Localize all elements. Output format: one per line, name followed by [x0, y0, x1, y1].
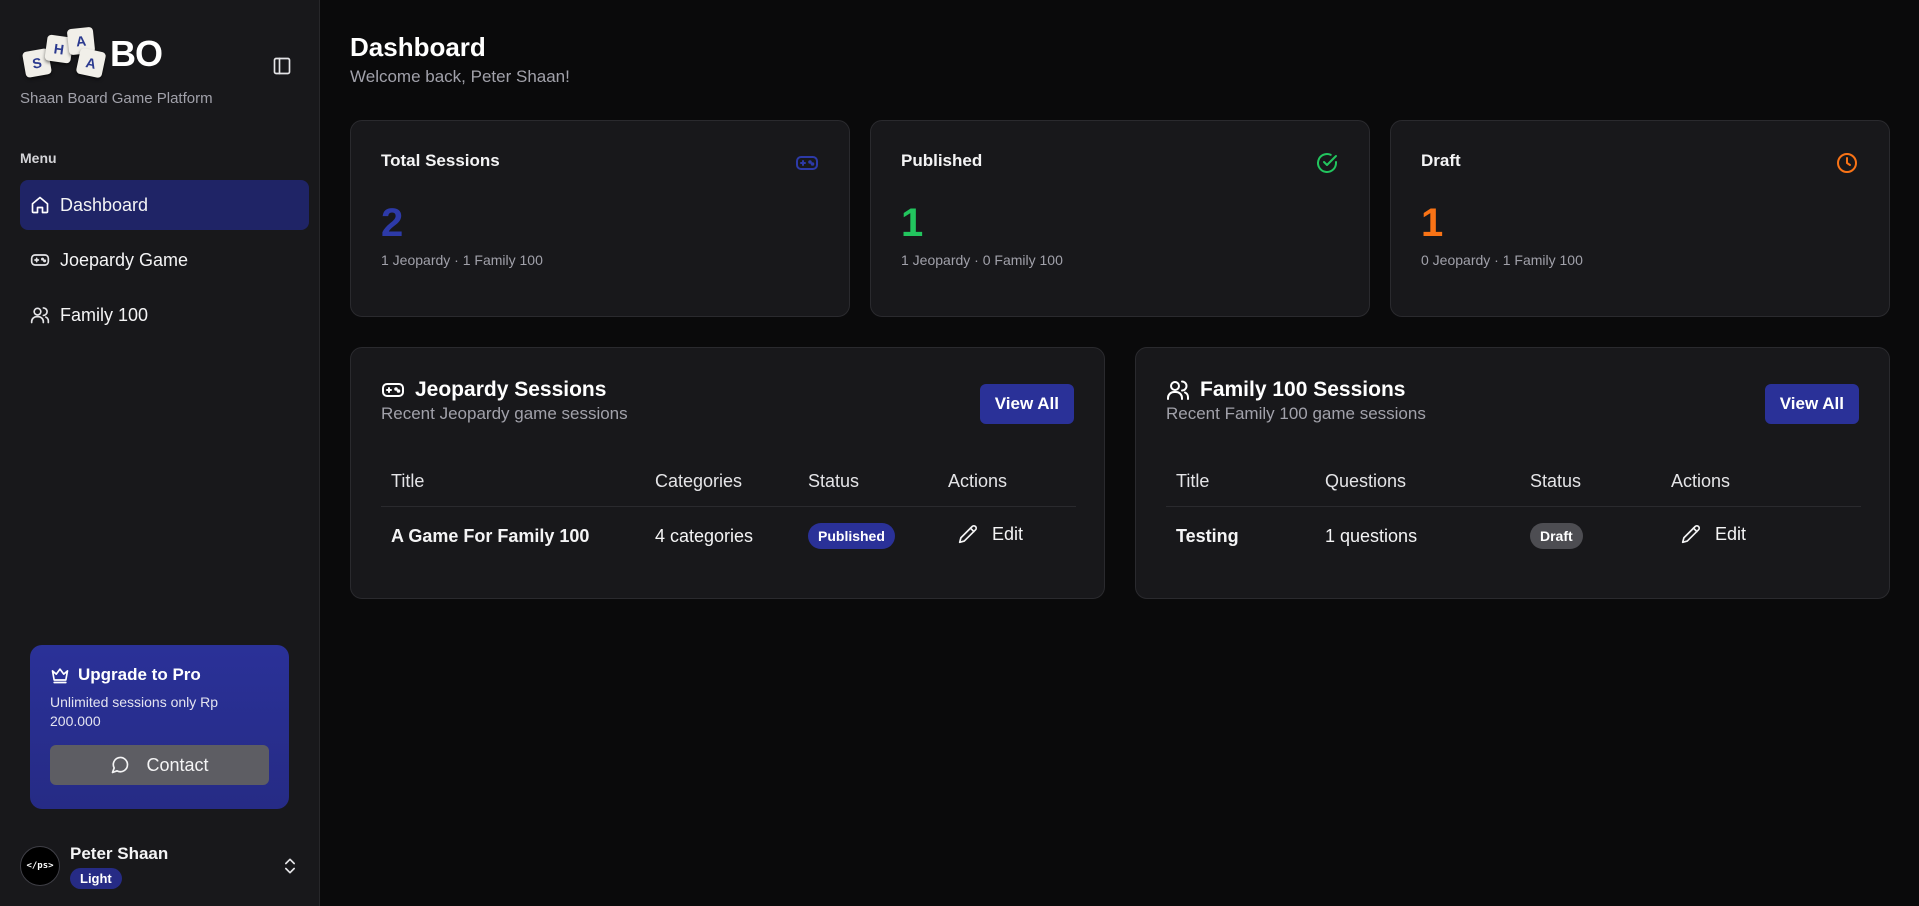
clock-icon — [1837, 153, 1857, 173]
view-all-button[interactable]: View All — [1764, 384, 1859, 424]
users-icon — [30, 307, 50, 324]
status-badge: Draft — [1530, 523, 1583, 550]
home-icon — [31, 196, 49, 214]
session-title: Testing — [1176, 525, 1239, 546]
contact-button[interactable]: Contact — [50, 745, 269, 785]
check-circle-icon — [1317, 153, 1337, 173]
menu-section-label: Menu — [20, 150, 57, 166]
upgrade-title-text: Upgrade to Pro — [78, 665, 201, 684]
sidebar-item-joepardy-game[interactable]: Joepardy Game — [20, 235, 309, 285]
page-subtitle: Welcome back, Peter Shaan! — [350, 67, 570, 86]
panel-title: Family 100 Sessions — [1200, 378, 1406, 401]
status-cell: Published — [798, 506, 938, 566]
panel-left-icon — [273, 57, 291, 75]
column-header: Status — [798, 458, 938, 507]
users-icon — [1167, 380, 1189, 400]
brand-logo[interactable]: S H A A BO — [20, 26, 163, 80]
table-row[interactable]: Testing 1 questions Draft Edit — [1166, 506, 1861, 566]
status-badge: Published — [808, 523, 895, 550]
status-cell: Draft — [1520, 506, 1661, 566]
actions-cell: Edit — [938, 506, 1076, 566]
user-menu[interactable]: </ps> Peter Shaan Light — [20, 842, 300, 890]
jeopardy-sessions-panel: Jeopardy Sessions Recent Jeopardy game s… — [350, 347, 1105, 599]
message-circle-icon — [112, 756, 129, 774]
sidebar-toggle-button[interactable] — [270, 54, 294, 78]
stat-card-published: Published 1 1 Jeopardy · 0 Family 100 — [870, 120, 1370, 317]
view-all-button[interactable]: View All — [979, 384, 1074, 424]
edit-button-label: Edit — [1715, 523, 1747, 544]
panel-header: Jeopardy Sessions — [381, 378, 1074, 402]
sidebar-item-family-100[interactable]: Family 100 — [20, 290, 309, 340]
column-header: Actions — [1661, 458, 1861, 507]
gamepad-icon — [796, 156, 818, 170]
column-header: Questions — [1315, 458, 1520, 507]
sidebar-item-label: Dashboard — [60, 194, 149, 215]
pencil-icon — [958, 525, 977, 544]
panel-subtitle: Recent Jeopardy game sessions — [381, 404, 628, 423]
session-categories: 4 categories — [655, 525, 754, 546]
session-title: A Game For Family 100 — [391, 525, 590, 546]
user-info: Peter Shaan Light — [70, 844, 168, 889]
jeopardy-sessions-table: Title Categories Status Actions A Game F… — [381, 458, 1076, 566]
logo-tile: A — [75, 47, 107, 79]
stat-value: 1 — [901, 201, 924, 245]
table-header-row: Title Questions Status Actions — [1166, 458, 1861, 507]
actions-cell: Edit — [1661, 506, 1861, 566]
brand-tagline: Shaan Board Game Platform — [20, 90, 213, 107]
stat-card-draft: Draft 1 0 Jeopardy · 1 Family 100 — [1390, 120, 1890, 317]
stat-label: Total Sessions — [381, 151, 500, 170]
upgrade-card: Upgrade to Pro Unlimited sessions only R… — [30, 645, 289, 809]
panel-header: Family 100 Sessions — [1166, 378, 1859, 402]
sidebar-nav: Dashboard Joepardy Game Family 100 — [20, 180, 309, 345]
column-header: Status — [1520, 458, 1661, 507]
user-name: Peter Shaan — [70, 843, 169, 863]
crown-icon — [51, 668, 69, 684]
column-header: Title — [381, 458, 645, 507]
pencil-icon — [1681, 525, 1700, 544]
edit-button[interactable]: Edit — [1681, 524, 1746, 545]
gamepad-icon — [382, 383, 404, 397]
stat-card-total-sessions: Total Sessions 2 1 Jeopardy · 1 Family 1… — [350, 120, 850, 317]
session-questions: 1 questions — [1325, 525, 1418, 546]
stat-label: Published — [901, 151, 983, 170]
upgrade-description: Unlimited sessions only Rp 200.000 — [50, 694, 219, 729]
stat-meta: 1 Jeopardy · 1 Family 100 — [381, 252, 543, 268]
upgrade-title: Upgrade to Pro — [50, 665, 269, 685]
table-row[interactable]: A Game For Family 100 4 categories Publi… — [381, 506, 1076, 566]
sidebar-item-label: Family 100 — [60, 304, 149, 325]
panel-subtitle: Recent Family 100 game sessions — [1166, 404, 1426, 423]
stat-meta: 1 Jeopardy · 0 Family 100 — [901, 252, 1063, 268]
contact-button-label: Contact — [146, 754, 209, 775]
column-header: Actions — [938, 458, 1076, 507]
gamepad-icon — [30, 254, 50, 266]
edit-button[interactable]: Edit — [958, 524, 1023, 545]
page-title: Dashboard — [350, 32, 486, 62]
stat-value: 1 — [1421, 201, 1444, 245]
sidebar: S H A A BO Shaan Board Game Platform Men… — [0, 0, 320, 906]
column-header: Categories — [645, 458, 798, 507]
stat-meta: 0 Jeopardy · 1 Family 100 — [1421, 252, 1583, 268]
table-header-row: Title Categories Status Actions — [381, 458, 1076, 507]
family-100-sessions-panel: Family 100 Sessions Recent Family 100 ga… — [1135, 347, 1890, 599]
user-plan-badge: Light — [70, 867, 122, 889]
chevrons-up-down-icon — [285, 858, 295, 874]
column-header: Title — [1166, 458, 1315, 507]
avatar: </ps> — [20, 846, 60, 886]
logo-tiles: S H A A — [20, 26, 110, 80]
brand-name: BO — [110, 33, 163, 74]
main-content: Dashboard Welcome back, Peter Shaan! Tot… — [320, 0, 1919, 906]
edit-button-label: Edit — [992, 523, 1024, 544]
sidebar-item-label: Joepardy Game — [60, 249, 189, 270]
panel-title: Jeopardy Sessions — [415, 378, 607, 401]
stat-value: 2 — [381, 201, 404, 245]
family-100-sessions-table: Title Questions Status Actions Testing 1… — [1166, 458, 1861, 566]
sidebar-item-dashboard[interactable]: Dashboard — [20, 180, 309, 230]
stat-label: Draft — [1421, 151, 1461, 170]
